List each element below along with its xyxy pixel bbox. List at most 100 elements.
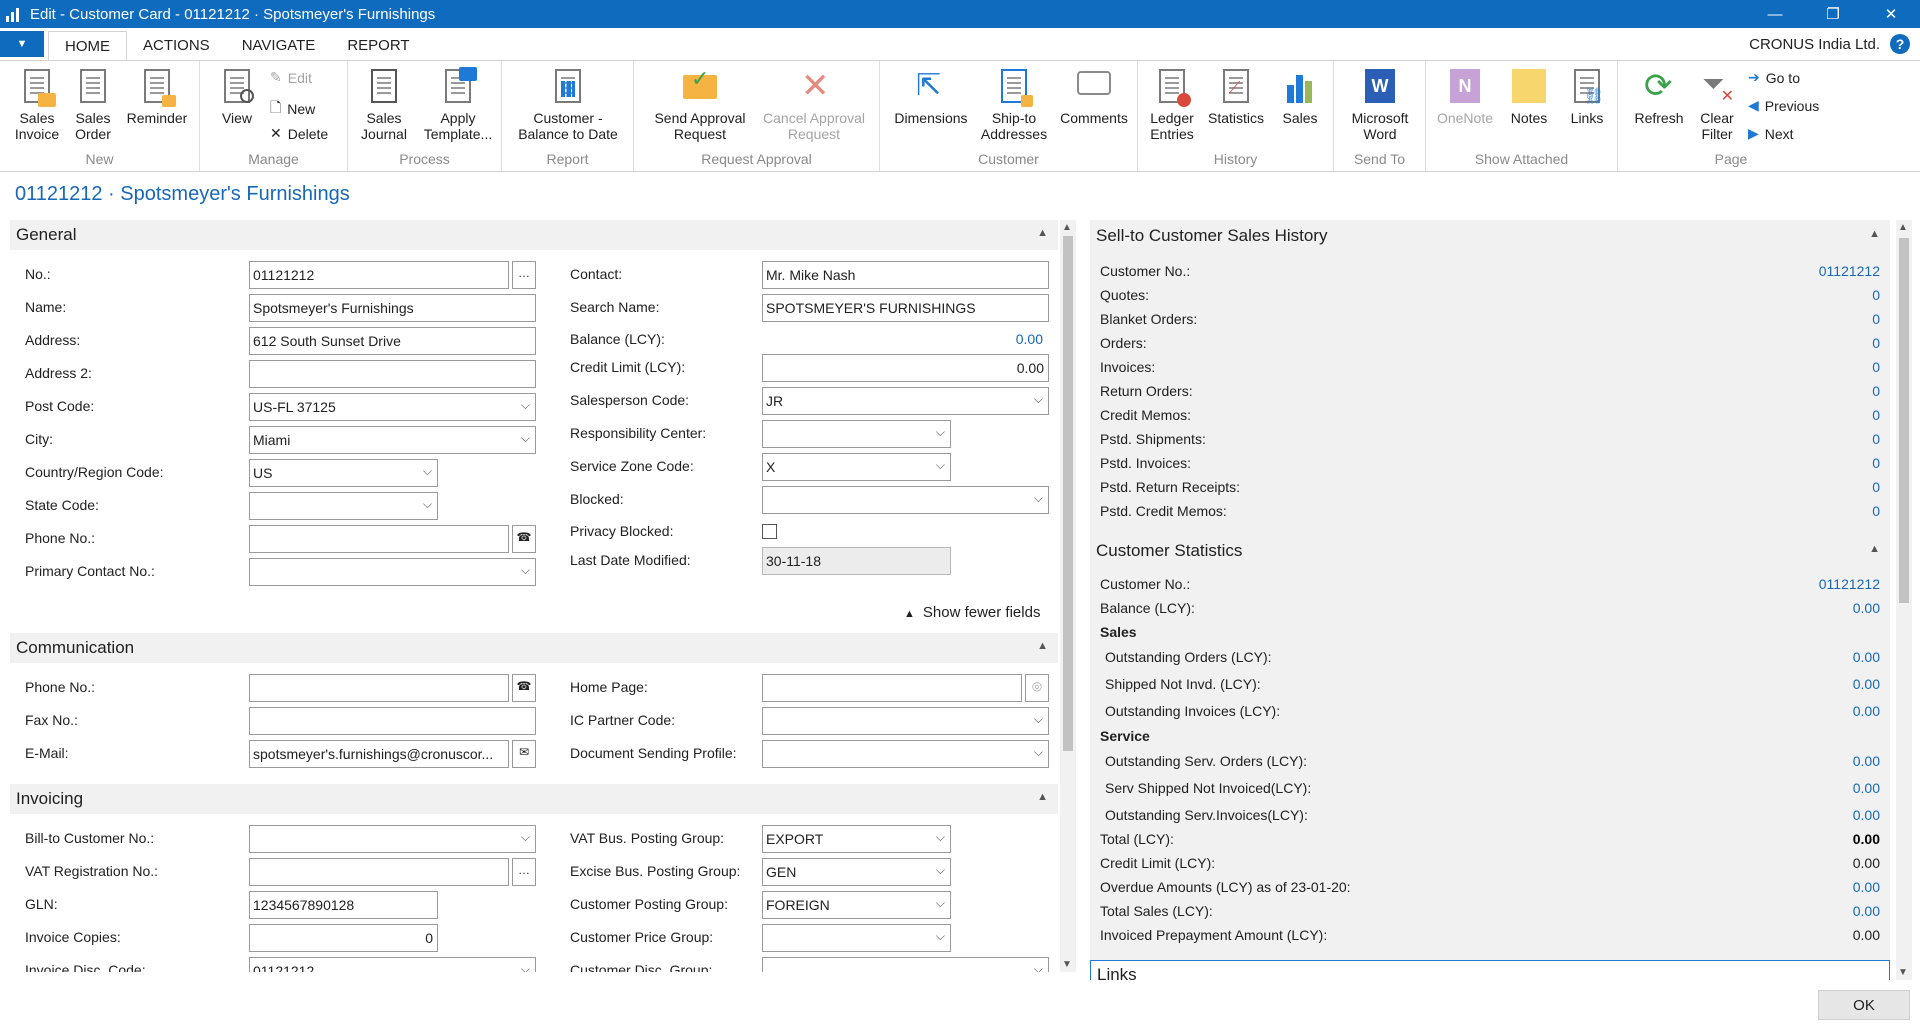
- comments-button[interactable]: Comments: [1056, 67, 1132, 126]
- tab-navigate[interactable]: NAVIGATE: [226, 31, 332, 60]
- comm-phone-field[interactable]: [249, 674, 509, 702]
- factbox-sales-history-title[interactable]: Sell-to Customer Sales History ▲: [1090, 220, 1890, 252]
- collapse-icon[interactable]: ▲: [1869, 228, 1880, 240]
- sales-order-button[interactable]: Sales Order: [68, 67, 118, 142]
- phone-icon[interactable]: ☎: [512, 525, 536, 553]
- close-button[interactable]: ✕: [1862, 0, 1920, 28]
- sales-journal-button[interactable]: Sales Journal: [354, 67, 414, 142]
- edit-button[interactable]: ✎ Edit: [270, 69, 312, 86]
- go-to-button[interactable]: ➔ Go to: [1748, 69, 1800, 86]
- dimensions-button[interactable]: ⇱ Dimensions: [890, 67, 972, 127]
- cancel-approval-button[interactable]: ✕ Cancel Approval Request: [756, 67, 872, 142]
- invoice-disc-field[interactable]: 01121212 ⌵: [249, 957, 536, 972]
- restore-button[interactable]: ❐: [1804, 0, 1862, 28]
- tab-home[interactable]: HOME: [48, 31, 127, 60]
- city-field[interactable]: Miami ⌵: [249, 426, 536, 454]
- tab-actions[interactable]: ACTIONS: [127, 31, 226, 60]
- scrollbar-thumb[interactable]: [1899, 238, 1909, 603]
- collapse-icon[interactable]: ▲: [1869, 543, 1880, 555]
- responsibility-field[interactable]: ⌵: [762, 420, 951, 448]
- name-field[interactable]: Spotsmeyer's Furnishings: [249, 294, 536, 322]
- delete-button[interactable]: ✕ Delete: [270, 125, 328, 142]
- apply-template-button[interactable]: Apply Template...: [420, 67, 496, 142]
- collapse-icon[interactable]: ▲: [1037, 640, 1048, 652]
- ship-to-addresses-button[interactable]: Ship-to Addresses: [978, 67, 1050, 142]
- blocked-field[interactable]: ⌵: [762, 486, 1049, 514]
- post-code-field[interactable]: US-FL 37125 ⌵: [249, 393, 536, 421]
- app-menu-button[interactable]: ▼: [0, 31, 44, 57]
- factbox-scrollbar[interactable]: ▲ ▼: [1896, 220, 1912, 980]
- email-field[interactable]: spotsmeyer's.furnishings@cronuscor...: [249, 740, 509, 768]
- excise-field[interactable]: GEN ⌵: [762, 858, 951, 886]
- vat-bus-field[interactable]: EXPORT ⌵: [762, 825, 951, 853]
- state-field[interactable]: ⌵: [249, 492, 438, 520]
- fasttab-general[interactable]: General ▲: [10, 220, 1058, 250]
- sales-history-button[interactable]: Sales: [1272, 67, 1328, 126]
- country-field[interactable]: US ⌵: [249, 459, 438, 487]
- onenote-button[interactable]: N OneNote: [1432, 67, 1498, 126]
- collapse-icon[interactable]: ▲: [1037, 227, 1048, 239]
- privacy-blocked-checkbox[interactable]: [762, 524, 777, 539]
- phone-icon[interactable]: ☎: [512, 674, 536, 702]
- ic-partner-field[interactable]: ⌵: [762, 707, 1049, 735]
- phone-field[interactable]: [249, 525, 509, 553]
- customer-balance-button[interactable]: Customer - Balance to Date: [510, 67, 626, 142]
- scroll-up-icon[interactable]: ▲: [1062, 222, 1072, 233]
- send-approval-button[interactable]: ✓ Send Approval Request: [646, 67, 754, 143]
- no-field[interactable]: 01121212: [249, 261, 509, 289]
- label-cust-posting: Customer Posting Group:: [570, 896, 728, 912]
- show-fewer-fields-button[interactable]: ▲ Show fewer fields: [904, 604, 1040, 621]
- fax-field[interactable]: [249, 707, 536, 735]
- email-icon[interactable]: ✉: [512, 740, 536, 768]
- search-name-field[interactable]: SPOTSMEYER'S FURNISHINGS: [762, 294, 1049, 322]
- view-button[interactable]: View: [212, 67, 262, 126]
- doc-profile-field[interactable]: ⌵: [762, 740, 1049, 768]
- notes-button[interactable]: Notes: [1502, 67, 1556, 126]
- ok-button[interactable]: OK: [1818, 990, 1910, 1020]
- next-button[interactable]: ▶ Next: [1748, 125, 1794, 142]
- factbox-links[interactable]: Links: [1090, 960, 1890, 980]
- new-button[interactable]: 🗋 New: [270, 97, 315, 121]
- factbox-statistics-title[interactable]: Customer Statistics ▲: [1090, 535, 1890, 567]
- collapse-icon[interactable]: ▲: [1037, 791, 1048, 803]
- statistics-button[interactable]: ⟋ Statistics: [1204, 67, 1268, 126]
- scroll-up-icon[interactable]: ▲: [1898, 222, 1908, 233]
- minimize-button[interactable]: —: [1746, 0, 1804, 28]
- vat-reg-field[interactable]: [249, 858, 509, 886]
- scroll-down-icon[interactable]: ▼: [1898, 967, 1908, 978]
- cust-posting-field[interactable]: FOREIGN ⌵: [762, 891, 951, 919]
- assist-edit-button[interactable]: …: [512, 261, 536, 289]
- balance-value[interactable]: 0.00: [910, 331, 1043, 347]
- service-zone-field[interactable]: X ⌵: [762, 453, 951, 481]
- contact-field[interactable]: Mr. Mike Nash: [762, 261, 1049, 289]
- previous-button[interactable]: ◀ Previous: [1748, 97, 1819, 114]
- scrollbar-thumb[interactable]: [1063, 236, 1073, 751]
- salesperson-field[interactable]: JR ⌵: [762, 387, 1049, 415]
- main-scrollbar[interactable]: ▲ ▼: [1060, 220, 1076, 972]
- gln-field[interactable]: 1234567890128: [249, 891, 438, 919]
- credit-limit-field[interactable]: 0.00: [762, 354, 1049, 382]
- label-home-page: Home Page:: [570, 679, 648, 695]
- links-button[interactable]: ⛓ Links: [1560, 67, 1614, 126]
- address-field[interactable]: 612 South Sunset Drive: [249, 327, 536, 355]
- help-icon[interactable]: ?: [1890, 34, 1910, 54]
- invoice-copies-field[interactable]: 0: [249, 924, 438, 952]
- fasttab-invoicing[interactable]: Invoicing ▲: [10, 784, 1058, 814]
- address2-field[interactable]: [249, 360, 536, 388]
- sales-invoice-button[interactable]: Sales Invoice: [10, 67, 64, 142]
- home-page-field[interactable]: [762, 674, 1022, 702]
- ledger-entries-button[interactable]: Ledger Entries: [1142, 67, 1202, 142]
- tab-report[interactable]: REPORT: [331, 31, 425, 60]
- primary-contact-field[interactable]: ⌵: [249, 558, 536, 586]
- price-group-field[interactable]: ⌵: [762, 924, 951, 952]
- scroll-down-icon[interactable]: ▼: [1062, 959, 1072, 970]
- clear-filter-button[interactable]: ⏷ ✕ Clear Filter: [1692, 67, 1742, 143]
- bill-to-field[interactable]: ⌵: [249, 825, 536, 853]
- globe-icon[interactable]: ◎: [1025, 674, 1049, 702]
- refresh-button[interactable]: ⟳ Refresh: [1628, 67, 1690, 126]
- assist-edit-button[interactable]: …: [512, 858, 536, 886]
- fasttab-communication[interactable]: Communication ▲: [10, 633, 1058, 663]
- microsoft-word-button[interactable]: W Microsoft Word: [1342, 67, 1418, 142]
- reminder-button[interactable]: Reminder: [124, 67, 190, 126]
- disc-group-field[interactable]: ⌵: [762, 957, 1049, 972]
